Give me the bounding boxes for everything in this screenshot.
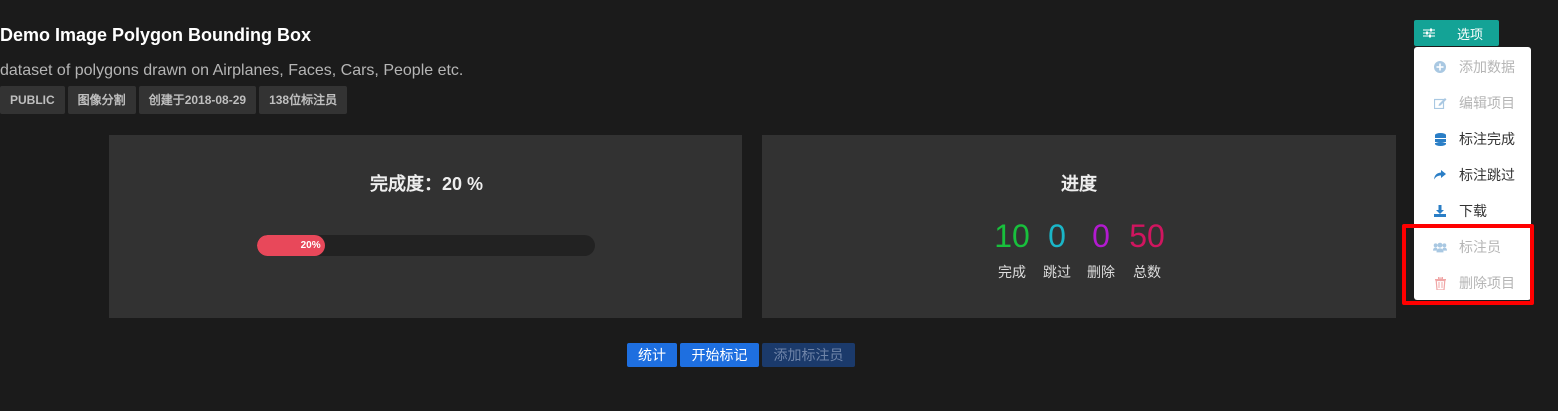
type-tag: 图像分割 [67,86,136,114]
menu-item-label: 标注跳过 [1459,167,1515,183]
stat-completed-label: 完成 [998,264,1026,280]
completion-progress-bar: 20% [257,235,595,256]
options-label: 选项 [1457,26,1484,42]
start-labeling-button[interactable]: 开始标记 [680,343,759,367]
stat-completed: 10 完成 [993,218,1031,282]
database-icon [1433,132,1447,146]
share-arrow-icon [1433,170,1447,180]
stat-total-label: 总数 [1133,264,1161,280]
download-icon [1433,205,1447,217]
stat-completed-value: 10 [994,218,1030,254]
stat-skipped-value: 0 [1048,218,1066,254]
completion-title: 完成度：20 % [370,174,484,194]
stat-deleted-value: 0 [1092,218,1110,254]
menu-item-edit-project[interactable]: 编辑项目 [1414,85,1531,121]
created-date-tag: 创建于2018-08-29 [138,86,257,114]
progress-title: 进度 [1061,174,1097,194]
stat-total-value: 50 [1129,218,1165,254]
project-title: Demo Image Polygon Bounding Box [0,25,312,45]
menu-item-label: 下载 [1459,203,1487,219]
highlight-box [1402,224,1534,305]
project-page: Demo Image Polygon Bounding Box dataset … [0,0,1558,411]
completion-panel [109,135,742,318]
project-tags: PUBLIC 图像分割 创建于2018-08-29 138位标注员 [0,86,348,114]
edit-icon [1433,97,1447,109]
project-description: dataset of polygons drawn on Airplanes, … [0,62,464,79]
menu-item-labeling-done[interactable]: 标注完成 [1414,121,1531,157]
visibility-tag: PUBLIC [0,86,65,114]
menu-item-add-data[interactable]: 添加数据 [1414,49,1531,85]
menu-item-label: 标注完成 [1459,131,1515,147]
stat-skipped-label: 跳过 [1043,264,1071,280]
stat-skipped: 0 跳过 [1042,218,1072,282]
options-button[interactable]: 选项 [1414,20,1499,46]
menu-item-label: 添加数据 [1459,59,1515,75]
menu-item-labeling-skipped[interactable]: 标注跳过 [1414,157,1531,193]
menu-item-label: 编辑项目 [1459,95,1515,111]
progress-panel [762,135,1396,318]
add-annotator-button[interactable]: 添加标注员 [762,343,855,367]
stat-total: 50 总数 [1127,218,1167,282]
completion-progress-label: 20% [300,240,321,251]
completion-progress-fill: 20% [257,235,325,256]
statistics-button[interactable]: 统计 [627,343,677,367]
annotator-count-tag: 138位标注员 [259,86,348,114]
stat-deleted: 0 删除 [1086,218,1116,282]
sliders-icon [1423,26,1435,41]
stat-deleted-label: 删除 [1087,264,1115,280]
plus-circle-icon [1433,61,1447,73]
